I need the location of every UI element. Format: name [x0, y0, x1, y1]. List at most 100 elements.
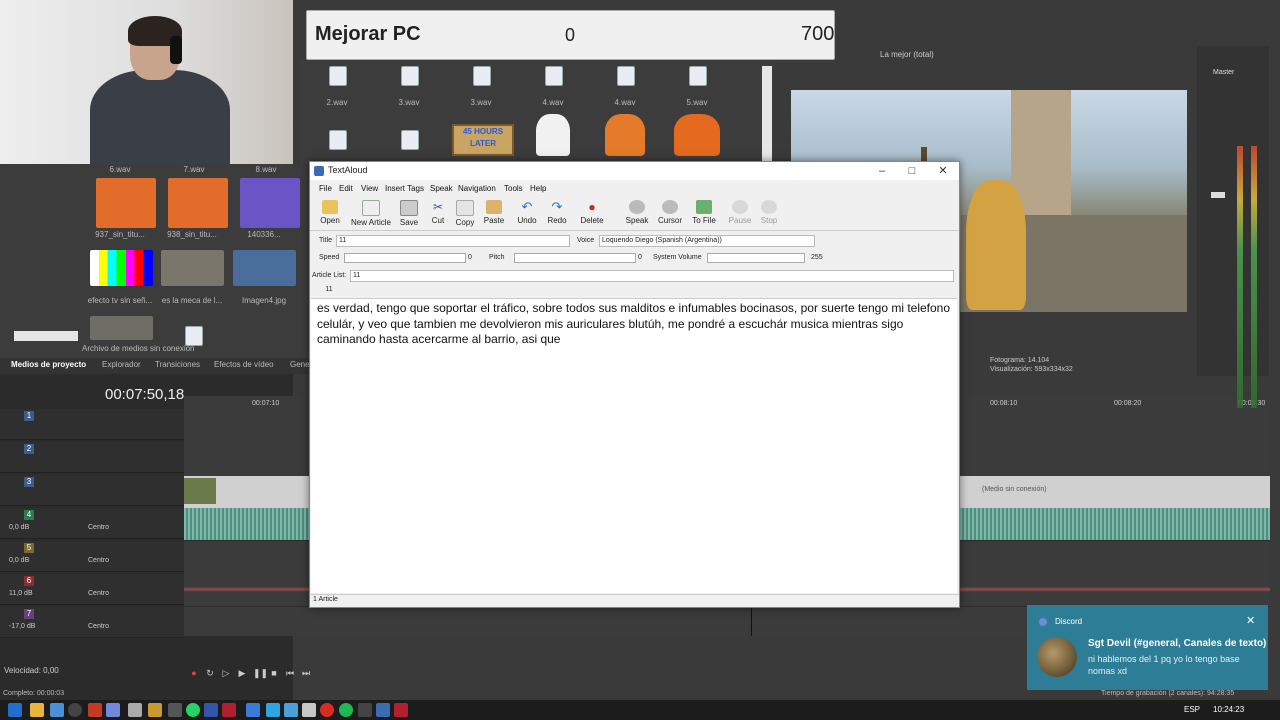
maximize-icon[interactable]: □: [898, 164, 926, 178]
video-clip[interactable]: [184, 478, 216, 504]
track-header[interactable]: 7 -17,0 dB Centro: [0, 607, 184, 638]
document-tab[interactable]: 11: [314, 286, 344, 298]
wav-file-icon[interactable]: [689, 66, 707, 86]
voice-select[interactable]: Loquendo Diego (Spanish (Argentina)): [599, 235, 815, 247]
media-thumbnail[interactable]: [90, 250, 153, 286]
copy-button[interactable]: Copy: [454, 200, 476, 230]
wav-file-icon[interactable]: [473, 66, 491, 86]
whatsapp-icon[interactable]: [186, 703, 200, 717]
track-header[interactable]: 1: [0, 409, 184, 440]
save-button[interactable]: Save: [399, 200, 419, 230]
media-thumbnail[interactable]: [96, 178, 156, 228]
app-icon[interactable]: [358, 703, 372, 717]
tab-project-media[interactable]: Medios de proyecto: [11, 360, 86, 369]
pitch-slider[interactable]: [514, 253, 636, 263]
menu-insert-tags[interactable]: Insert Tags: [385, 184, 424, 193]
tab-generated[interactable]: Gene: [290, 360, 310, 369]
cursor-button[interactable]: Cursor: [657, 200, 683, 230]
new-article-button[interactable]: New Article: [349, 200, 393, 230]
paste-button[interactable]: Paste: [483, 200, 505, 230]
minimize-icon[interactable]: –: [868, 164, 896, 178]
app-icon[interactable]: [50, 703, 64, 717]
record-icon[interactable]: ●: [189, 668, 199, 678]
menu-tools[interactable]: Tools: [504, 184, 523, 193]
character-thumbnail[interactable]: [674, 114, 720, 156]
app-icon[interactable]: [204, 703, 218, 717]
tab-video-effects[interactable]: Efectos de vídeo: [214, 360, 274, 369]
wav-file-icon[interactable]: [617, 66, 635, 86]
pause-icon[interactable]: ❚❚: [253, 668, 268, 678]
app-icon[interactable]: [88, 703, 102, 717]
media-thumbnail[interactable]: [168, 178, 228, 228]
play-icon[interactable]: ▶: [237, 668, 247, 678]
media-thumbnail[interactable]: [240, 178, 300, 228]
track-header[interactable]: 6 11,0 dB Centro: [0, 574, 184, 605]
scrollbar[interactable]: [762, 66, 772, 161]
delete-button[interactable]: ● Delete: [580, 200, 604, 230]
close-icon[interactable]: ✕: [1246, 614, 1255, 627]
title-input[interactable]: 11: [336, 235, 570, 247]
undo-button[interactable]: ↶ Undo: [516, 200, 538, 230]
horizontal-scrollbar[interactable]: [14, 331, 78, 341]
app-icon[interactable]: [320, 703, 334, 717]
app-icon[interactable]: [394, 703, 408, 717]
wav-file-icon[interactable]: [329, 66, 347, 86]
loop-icon[interactable]: ↻: [205, 668, 215, 678]
menu-help[interactable]: Help: [530, 184, 546, 193]
track-header[interactable]: 3: [0, 475, 184, 506]
track-header[interactable]: 5 0,0 dB Centro: [0, 541, 184, 572]
article-list-select[interactable]: 11: [350, 270, 954, 282]
close-icon[interactable]: ✕: [929, 164, 957, 178]
app-icon[interactable]: [148, 703, 162, 717]
open-button[interactable]: Open: [318, 200, 342, 230]
text-editor[interactable]: es verdad, tengo que soportar el tráfico…: [311, 298, 957, 593]
file-explorer-icon[interactable]: [30, 703, 44, 717]
pause-button[interactable]: Pause: [728, 200, 752, 230]
tab-transitions[interactable]: Transiciones: [155, 360, 200, 369]
menu-edit[interactable]: Edit: [339, 184, 353, 193]
textaloud-icon[interactable]: [376, 703, 390, 717]
discord-notification[interactable]: Discord ✕ Sgt Devil (#general, Canales d…: [1027, 605, 1268, 690]
menu-navigation[interactable]: Navigation: [458, 184, 496, 193]
character-thumbnail[interactable]: [605, 114, 645, 156]
wav-file-icon[interactable]: [329, 130, 347, 150]
app-icon[interactable]: [302, 703, 316, 717]
language-indicator[interactable]: ESP: [1184, 705, 1200, 714]
track-header[interactable]: 4 0,0 dB Centro: [0, 508, 184, 539]
app-icon[interactable]: [266, 703, 280, 717]
master-fader[interactable]: [1211, 192, 1225, 198]
speak-button[interactable]: Speak: [625, 200, 649, 230]
system-volume-slider[interactable]: [707, 253, 805, 263]
app-icon[interactable]: [222, 703, 236, 717]
speed-slider[interactable]: [344, 253, 466, 263]
start-icon[interactable]: [8, 703, 22, 717]
stop-button[interactable]: Stop: [757, 200, 781, 230]
wav-file-icon[interactable]: [185, 326, 203, 346]
stop-icon[interactable]: ■: [269, 668, 279, 678]
wav-file-icon[interactable]: [545, 66, 563, 86]
redo-button[interactable]: ↷ Redo: [546, 200, 568, 230]
to-file-button[interactable]: To File: [691, 200, 717, 230]
wav-file-icon[interactable]: [401, 66, 419, 86]
discord-icon[interactable]: [106, 703, 120, 717]
previous-icon[interactable]: ⏮: [285, 668, 295, 678]
title-bar[interactable]: TextAloud – □ ✕: [310, 162, 959, 180]
app-icon[interactable]: [128, 703, 142, 717]
media-thumbnail[interactable]: [233, 250, 296, 286]
hours-later-thumbnail[interactable]: 45 HOURS LATER: [452, 124, 514, 156]
obs-icon[interactable]: [68, 703, 82, 717]
app-icon[interactable]: [246, 703, 260, 717]
menu-file[interactable]: File: [319, 184, 332, 193]
article-text[interactable]: es verdad, tengo que soportar el tráfico…: [317, 301, 953, 348]
track-header[interactable]: 2: [0, 442, 184, 473]
preview-quality-select[interactable]: La mejor (total): [880, 50, 934, 59]
play-from-start-icon[interactable]: ▷: [221, 668, 231, 678]
spotify-icon[interactable]: [339, 703, 353, 717]
wav-file-icon[interactable]: [401, 130, 419, 150]
menu-view[interactable]: View: [361, 184, 378, 193]
app-icon[interactable]: [168, 703, 182, 717]
cut-button[interactable]: ✂ Cut: [429, 200, 447, 230]
clock[interactable]: 10:24:23: [1213, 705, 1244, 714]
next-icon[interactable]: ⏭: [301, 668, 311, 678]
menu-speak[interactable]: Speak: [430, 184, 453, 193]
